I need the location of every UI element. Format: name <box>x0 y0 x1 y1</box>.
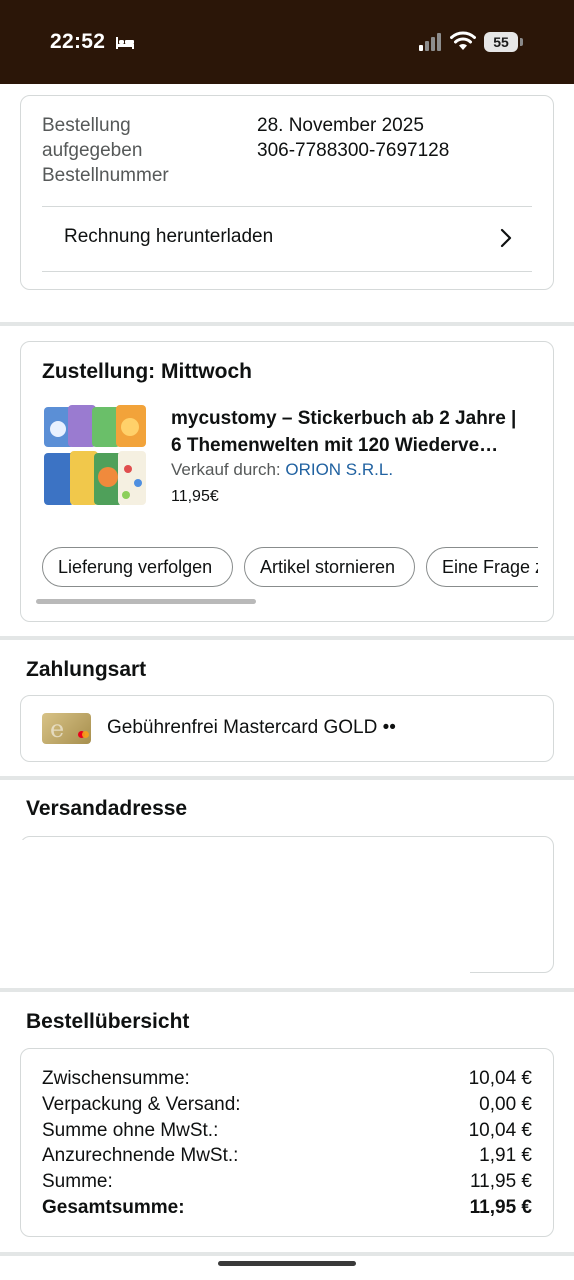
signal-icon <box>419 33 441 51</box>
address-redacted <box>0 840 470 975</box>
status-bar: 22:52 55 <box>0 0 574 84</box>
divider <box>42 271 532 272</box>
section-separator <box>0 636 574 640</box>
track-delivery-button[interactable]: Lieferung verfolgen <box>42 547 233 587</box>
order-placed-label: Bestellung aufgegeben Bestellnummer <box>42 115 169 186</box>
section-separator <box>0 322 574 326</box>
order-placed-value: 28. November 2025 306-7788300-7697128 <box>257 115 450 161</box>
subtotal-value: 10,04 € <box>468 1068 532 1089</box>
seller-name-link[interactable]: ORION S.R.L. <box>285 460 393 479</box>
action-buttons-row[interactable]: Lieferung verfolgen Artikel stornieren E… <box>42 547 538 587</box>
payment-method: Gebührenfrei Mastercard GOLD •• <box>107 717 396 738</box>
subtotal-label: Zwischensumme: <box>42 1068 190 1089</box>
net-total-label: Summe ohne MwSt.: <box>42 1120 219 1141</box>
section-separator <box>0 1252 574 1256</box>
download-invoice-link[interactable]: Rechnung herunterladen <box>64 226 273 248</box>
product-image[interactable] <box>42 403 148 509</box>
chevron-right-icon[interactable] <box>498 228 514 248</box>
credit-card-icon: e <box>42 713 91 744</box>
status-time: 22:52 <box>50 30 106 53</box>
home-indicator[interactable] <box>218 1261 356 1266</box>
grand-total-value: 11,95 € <box>469 1197 532 1218</box>
order-number-value: 306-7788300-7697128 <box>257 140 450 161</box>
vat-label: Anzurechnende MwSt.: <box>42 1145 239 1166</box>
seller-info: Verkauf durch: ORION S.R.L. <box>171 460 393 480</box>
shipping-heading: Versandadresse <box>26 797 188 820</box>
summary-heading: Bestellübersicht <box>26 1010 190 1033</box>
battery-icon: 55 <box>484 32 518 52</box>
shipping-cost-label: Verpackung & Versand: <box>42 1094 241 1115</box>
product-title[interactable]: mycustomy – Stickerbuch ab 2 Jahre | 6 T… <box>171 405 541 459</box>
seller-prefix: Verkauf durch: <box>171 460 281 479</box>
payment-heading: Zahlungsart <box>26 658 147 681</box>
sum-value: 11,95 € <box>470 1171 532 1192</box>
net-total-value: 10,04 € <box>468 1120 532 1141</box>
bed-icon <box>116 37 134 49</box>
wifi-icon <box>450 31 476 50</box>
divider <box>42 206 532 207</box>
section-separator <box>0 988 574 992</box>
product-price: 11,95€ <box>171 488 219 505</box>
section-separator <box>0 776 574 780</box>
ask-question-button[interactable]: Eine Frage z <box>426 547 538 587</box>
horizontal-scrollbar[interactable] <box>36 599 256 604</box>
battery-tip <box>520 38 523 46</box>
shipping-cost-value: 0,00 € <box>479 1094 532 1115</box>
grand-total-label: Gesamtsumme: <box>42 1197 185 1218</box>
vat-value: 1,91 € <box>479 1145 532 1166</box>
sum-label: Summe: <box>42 1171 113 1192</box>
order-number-label: Bestellnummer <box>42 165 169 186</box>
cancel-item-button[interactable]: Artikel stornieren <box>244 547 415 587</box>
delivery-heading: Zustellung: Mittwoch <box>42 360 252 383</box>
